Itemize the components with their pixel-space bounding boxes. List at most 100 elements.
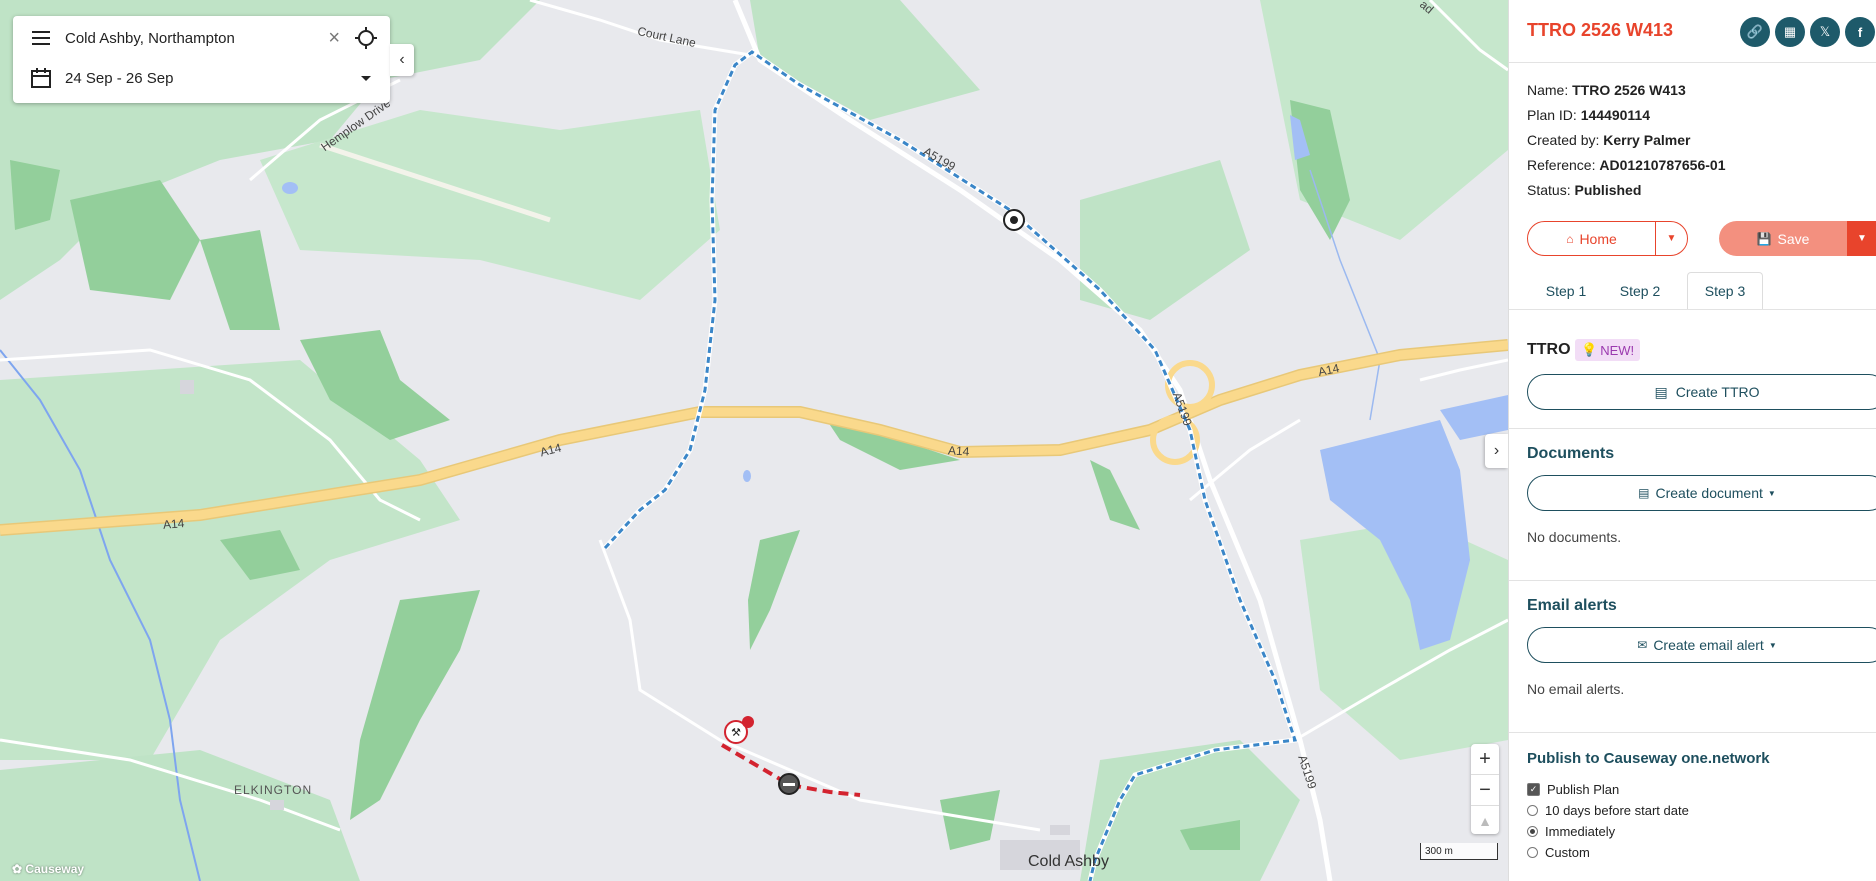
zoom-in-button[interactable]: + <box>1471 744 1499 775</box>
save-button-label: Save <box>1777 230 1810 247</box>
radio-icon[interactable] <box>1527 805 1538 816</box>
info-reference: Reference: AD01210787656-01 <box>1527 157 1725 173</box>
publish-option-custom[interactable]: Custom <box>1527 845 1590 860</box>
date-row[interactable]: 24 Sep - 26 Sep <box>13 59 390 97</box>
closure-marker[interactable] <box>778 773 800 795</box>
qr-icon[interactable]: ▦ <box>1775 17 1805 47</box>
publish-plan-checkbox[interactable]: ✓ Publish Plan <box>1527 782 1619 797</box>
caret-down-icon: ▼ <box>1767 488 1776 498</box>
info-plan-id: Plan ID: 144490114 <box>1527 107 1650 123</box>
save-dropdown-button[interactable]: ▼ <box>1847 221 1876 256</box>
tab-step-2[interactable]: Step 2 <box>1605 272 1675 310</box>
roadworks-marker[interactable] <box>1003 209 1025 231</box>
menu-icon[interactable] <box>29 26 53 50</box>
created-by-value: Kerry Palmer <box>1603 132 1691 148</box>
map-base-layer <box>0 0 1508 881</box>
info-created-by: Created by: Kerry Palmer <box>1527 132 1690 148</box>
publish-option-immediately[interactable]: Immediately <box>1527 824 1615 839</box>
scale-bar: 300 m <box>1420 843 1498 860</box>
new-badge: 💡 NEW! <box>1575 339 1641 361</box>
wrench-icon <box>1010 216 1018 224</box>
save-icon: 💾 <box>1756 231 1772 246</box>
location-row[interactable]: Cold Ashby, Northampton × <box>13 19 390 57</box>
road-minor <box>1419 358 1508 382</box>
name-label: Name: <box>1527 82 1569 98</box>
envelope-icon: ✉ <box>1637 638 1648 652</box>
option-label: Immediately <box>1545 824 1616 839</box>
plan-id-value: 144490114 <box>1580 107 1651 123</box>
date-range-text[interactable]: 24 Sep - 26 Sep <box>65 70 173 87</box>
link-icon[interactable]: 🔗 <box>1740 17 1770 47</box>
document-icon: ▤ <box>1638 486 1650 500</box>
collapse-search-button[interactable]: ‹ <box>390 44 414 76</box>
radio-icon[interactable] <box>1527 847 1538 858</box>
location-text[interactable]: Cold Ashby, Northampton <box>65 30 235 47</box>
road-label-a14: A14 <box>162 516 185 532</box>
causeway-logo: ✿ Causeway <box>12 862 84 876</box>
zoom-out-button[interactable]: − <box>1471 775 1499 806</box>
home-button[interactable]: ⌂ Home <box>1527 221 1656 256</box>
woodland-area <box>940 790 1000 850</box>
home-button-label: Home <box>1579 230 1617 247</box>
radio-selected-icon[interactable] <box>1527 826 1538 837</box>
documents-empty: No documents. <box>1527 529 1622 545</box>
road-minor <box>1189 418 1301 502</box>
x-icon[interactable]: 𝕏 <box>1810 17 1840 47</box>
create-document-button[interactable]: ▤ Create document ▼ <box>1527 475 1876 511</box>
document-sign-icon: ▤ <box>1654 383 1668 400</box>
create-document-label: Create document <box>1655 485 1763 501</box>
closure-start-marker[interactable]: ⚒ <box>724 716 754 744</box>
facebook-icon[interactable]: f <box>1845 17 1875 47</box>
woodland-area <box>350 590 480 820</box>
place-label-cold-ashby: Cold Ashby <box>1028 853 1109 870</box>
pond <box>282 182 298 194</box>
created-by-label: Created by: <box>1527 132 1600 148</box>
reference-label: Reference: <box>1527 157 1596 173</box>
road-minor <box>598 539 1041 832</box>
plan-details-panel: TTRO 2526 W413 🔗 ▦ 𝕏 f Name: TTRO 2526 W… <box>1508 0 1876 881</box>
logo-text: Causeway <box>25 862 85 876</box>
no-entry-icon <box>783 782 795 786</box>
home-dropdown-button[interactable]: ▼ <box>1655 221 1688 256</box>
checkbox-checked-icon[interactable]: ✓ <box>1527 783 1540 796</box>
place-label-elkington: ELKINGTON <box>234 783 313 797</box>
save-button[interactable]: 💾 Save <box>1719 221 1847 256</box>
pipe-icon: ⚒ <box>731 726 741 739</box>
crosshair-icon[interactable] <box>354 26 378 50</box>
name-value: TTRO 2526 W413 <box>1572 82 1686 98</box>
publish-title: Publish to Causeway one.network <box>1527 750 1770 767</box>
close-icon[interactable]: × <box>328 27 340 50</box>
compass-button[interactable]: ▲ <box>1471 806 1499 836</box>
home-icon: ⌂ <box>1566 231 1574 246</box>
lightbulb-icon: 💡 <box>1581 342 1598 357</box>
map-canvas[interactable]: ⚒ Court Lane Hemplow Drive A5199 A5199 A… <box>0 0 1508 881</box>
reference-value: AD01210787656-01 <box>1599 157 1726 173</box>
woodland-area <box>70 180 200 300</box>
status-value: Published <box>1574 182 1642 198</box>
tab-step-1[interactable]: Step 1 <box>1531 272 1601 310</box>
new-badge-text: NEW! <box>1600 342 1635 358</box>
email-alerts-title: Email alerts <box>1527 597 1617 614</box>
woodland-area <box>200 230 280 330</box>
publish-option-10-days[interactable]: 10 days before start date <box>1527 803 1689 818</box>
woodland-area <box>748 530 800 650</box>
create-email-alert-label: Create email alert <box>1653 637 1764 653</box>
no-entry-icon <box>742 716 754 728</box>
caret-down-icon: ▼ <box>1666 233 1677 244</box>
tab-step-3[interactable]: Step 3 <box>1687 272 1763 310</box>
create-ttro-button[interactable]: ▤ Create TTRO <box>1527 374 1876 410</box>
expand-panel-button[interactable]: › <box>1485 434 1508 468</box>
email-alerts-empty: No email alerts. <box>1527 681 1625 697</box>
status-label: Status: <box>1527 182 1571 198</box>
divider <box>1509 732 1876 733</box>
building <box>270 800 284 810</box>
create-email-alert-button[interactable]: ✉ Create email alert ▼ <box>1527 627 1876 663</box>
create-ttro-label: Create TTRO <box>1675 384 1760 400</box>
tabs-divider <box>1509 309 1876 310</box>
publish-plan-label: Publish Plan <box>1547 782 1620 797</box>
info-name: Name: TTRO 2526 W413 <box>1527 82 1686 98</box>
caret-down-icon[interactable] <box>354 66 378 90</box>
info-status: Status: Published <box>1527 182 1641 198</box>
chevron-right-icon: › <box>1493 442 1500 459</box>
option-label: Custom <box>1545 845 1590 860</box>
